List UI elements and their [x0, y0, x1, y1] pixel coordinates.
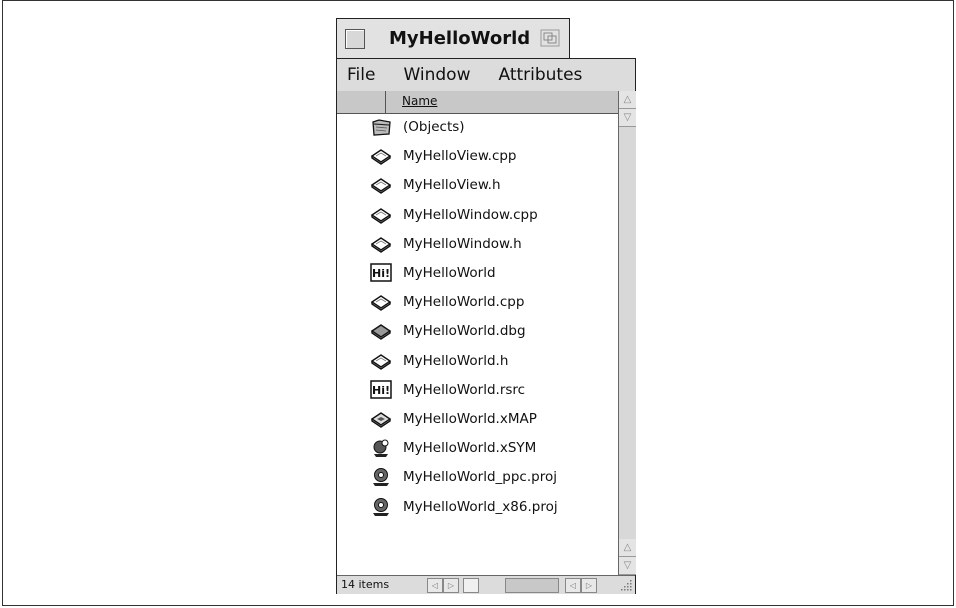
status-bar: 14 items ◁ ▷ ◁ ▷: [337, 575, 635, 594]
list-item[interactable]: MyHelloWorld_ppc.proj: [337, 464, 618, 490]
scroll-left-arrow-icon[interactable]: ◁: [427, 578, 443, 593]
item-count: 14 items: [341, 578, 390, 591]
file-name: MyHelloWorld.xMAP: [403, 411, 537, 427]
map-file-icon: [370, 409, 392, 429]
list-item[interactable]: MyHelloWorld.xMAP: [337, 406, 618, 432]
file-name: MyHelloView.cpp: [403, 148, 517, 165]
horizontal-scroll-track[interactable]: [505, 578, 559, 593]
scroll-thumb[interactable]: [463, 578, 479, 593]
window-body: File Window Attributes Name △ ▽ △ ▽ (Obj…: [336, 58, 636, 594]
list-item[interactable]: Hi! MyHelloWorld.rsrc: [337, 377, 618, 403]
source-file-icon: [370, 146, 392, 166]
scroll-down-arrow-icon[interactable]: ▽: [619, 557, 636, 575]
source-file-icon: [370, 234, 392, 254]
hi-app-icon: Hi!: [370, 263, 392, 283]
close-box[interactable]: [345, 29, 365, 49]
list-item[interactable]: MyHelloView.h: [337, 172, 618, 198]
menubar: File Window Attributes: [337, 59, 635, 92]
name-column-header[interactable]: Name: [402, 94, 437, 108]
file-name: (Objects): [403, 119, 465, 135]
window-title-tab[interactable]: MyHelloWorld: [336, 18, 570, 58]
vertical-scrollbar[interactable]: △ ▽ △ ▽: [618, 91, 636, 575]
list-item[interactable]: MyHelloWorld.cpp: [337, 289, 618, 315]
file-name: MyHelloWorld_x86.proj: [403, 498, 558, 515]
list-item[interactable]: MyHelloWorld.dbg: [337, 318, 618, 344]
list-item[interactable]: (Objects): [337, 114, 618, 140]
file-name: MyHelloView.h: [403, 177, 501, 194]
file-name: MyHelloWorld.h: [403, 352, 509, 369]
list-item[interactable]: MyHelloWindow.h: [337, 231, 618, 257]
list-item[interactable]: MyHelloWindow.cpp: [337, 202, 618, 228]
list-header: Name: [337, 91, 618, 114]
source-file-icon: [370, 205, 392, 225]
file-name: MyHelloWorld.dbg: [403, 323, 526, 340]
menu-attributes[interactable]: Attributes: [498, 65, 582, 85]
folder-icon: [370, 117, 392, 137]
hi-app-icon: Hi!: [370, 380, 392, 400]
menu-file[interactable]: File: [347, 65, 375, 85]
svg-text:Hi!: Hi!: [372, 384, 390, 397]
list-item[interactable]: MyHelloWorld.xSYM: [337, 435, 618, 461]
debug-file-icon: [370, 321, 392, 341]
project-file-icon: [370, 467, 392, 487]
file-name: MyHelloWorld.rsrc: [403, 381, 526, 398]
menu-window[interactable]: Window: [403, 65, 470, 85]
scroll-up-arrow-icon[interactable]: △: [619, 91, 636, 109]
window-title: MyHelloWorld: [389, 28, 531, 49]
file-name: MyHelloWindow.cpp: [403, 206, 538, 223]
project-file-icon: [370, 497, 392, 517]
svg-text:Hi!: Hi!: [372, 267, 390, 280]
sym-file-icon: [370, 438, 392, 458]
scroll-right-arrow-icon[interactable]: ▷: [581, 578, 597, 593]
source-file-icon: [370, 175, 392, 195]
source-file-icon: [370, 292, 392, 312]
scroll-up-arrow-icon[interactable]: △: [619, 539, 636, 557]
file-name: MyHelloWorld_ppc.proj: [403, 469, 557, 486]
list-item[interactable]: MyHelloView.cpp: [337, 143, 618, 169]
file-name: MyHelloWorld: [403, 265, 496, 281]
file-name: MyHelloWindow.h: [403, 235, 522, 252]
column-divider: [385, 91, 386, 113]
source-file-icon: [370, 351, 392, 371]
list-item[interactable]: MyHelloWorld.h: [337, 348, 618, 374]
resize-grip-icon[interactable]: [619, 578, 633, 591]
zoom-box-icon[interactable]: [540, 29, 560, 47]
list-item[interactable]: MyHelloWorld_x86.proj: [337, 494, 618, 520]
finder-window: MyHelloWorld File Window Attributes Name…: [336, 18, 636, 594]
scroll-down-arrow-icon[interactable]: ▽: [619, 109, 636, 127]
file-name: MyHelloWorld.xSYM: [403, 440, 537, 457]
file-name: MyHelloWorld.cpp: [403, 294, 525, 311]
list-item[interactable]: Hi! MyHelloWorld: [337, 260, 618, 286]
scroll-left-arrow-icon[interactable]: ◁: [565, 578, 581, 593]
scroll-right-arrow-icon[interactable]: ▷: [443, 578, 459, 593]
